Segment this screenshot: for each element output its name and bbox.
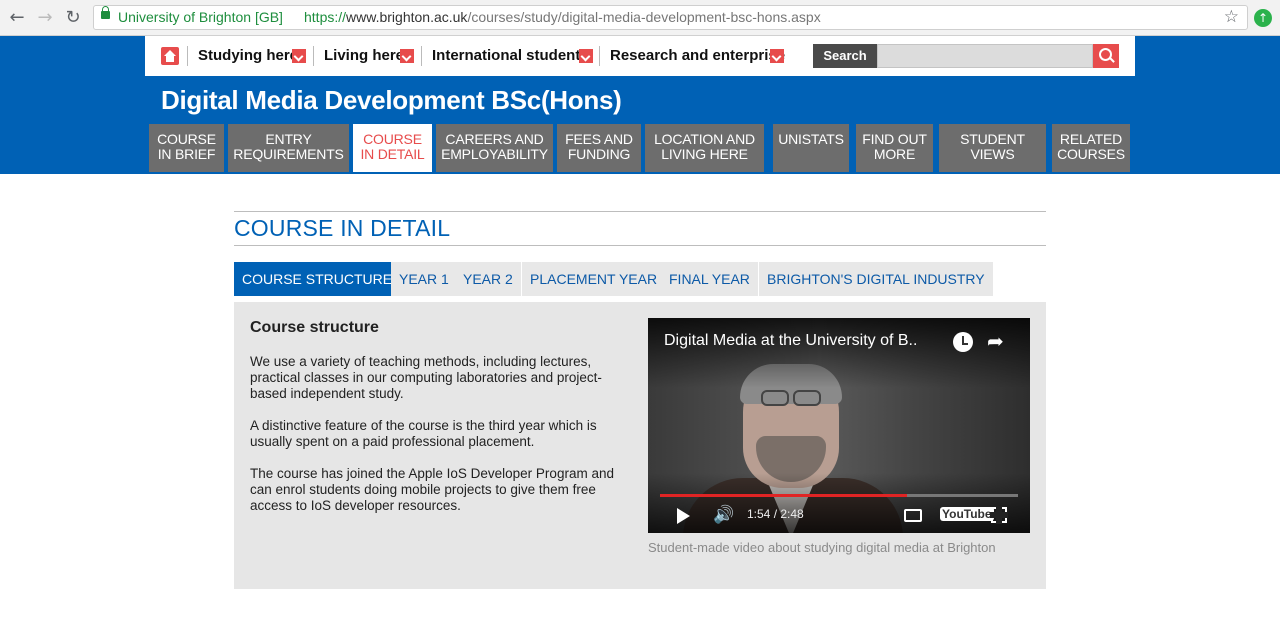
panel-heading: Course structure (250, 319, 379, 336)
tab-label-line1: ENTRY (265, 131, 312, 147)
section-title: COURSE IN DETAIL (234, 215, 451, 241)
video-person-glasses (761, 390, 789, 406)
video-progress-bar[interactable] (660, 494, 1018, 497)
address-bar[interactable]: University of Brighton [GB] https://www.… (93, 5, 1248, 30)
youtube-logo[interactable]: YouTube (940, 507, 994, 521)
forward-arrow-icon[interactable]: → (34, 7, 56, 29)
video-time: 1:54 / 2:48 (747, 507, 804, 521)
nav-studying-here[interactable]: Studying here (198, 46, 298, 68)
tab-label-line2: EMPLOYABILITY (441, 146, 548, 162)
paragraph: A distinctive feature of the course is t… (250, 418, 597, 449)
nav-divider (421, 46, 422, 66)
tab-label-line2: REQUIREMENTS (233, 146, 344, 162)
search-label: Search (813, 44, 877, 68)
chevron-down-icon[interactable] (292, 49, 306, 63)
tab-label-line1: UNISTATS (778, 131, 844, 147)
url-text: https://www.brighton.ac.uk/courses/study… (304, 6, 821, 29)
url-path: /courses/study/digital-media-development… (467, 9, 821, 25)
fullscreen-icon[interactable] (990, 506, 1008, 524)
section-rule-top (234, 211, 1046, 212)
nav-research-enterprise[interactable]: Research and enterprise (610, 46, 785, 68)
tab-careers-employability[interactable]: CAREERS AND EMPLOYABILITY (436, 124, 553, 172)
subtab-final-year[interactable]: FINAL YEAR (661, 262, 758, 296)
video-top-gradient (648, 318, 1030, 388)
captions-icon[interactable] (904, 509, 922, 522)
tab-label-line2: IN BRIEF (157, 146, 216, 162)
chevron-down-icon[interactable] (400, 49, 414, 63)
browser-toolbar: ← → ↻ University of Brighton [GB] https:… (0, 0, 1280, 36)
tab-label-line1: RELATED (1059, 131, 1123, 147)
tab-course-in-detail[interactable]: COURSE IN DETAIL (353, 124, 432, 172)
youtube-logo-text: YouTube (940, 507, 994, 521)
video-bottom-gradient (648, 473, 1030, 533)
lock-icon (101, 6, 110, 19)
tab-label-line1: FEES AND (565, 131, 633, 147)
nav-living-here[interactable]: Living here (324, 46, 404, 68)
tab-label-line2: FUNDING (567, 146, 631, 162)
search-icon[interactable] (1093, 44, 1119, 68)
section-rule-bottom (234, 245, 1046, 246)
bookmark-star-icon[interactable]: ☆ (1224, 6, 1239, 29)
volume-icon[interactable]: 🔊 (713, 505, 734, 525)
share-icon[interactable]: ➦ (987, 329, 1004, 353)
nav-divider (187, 46, 188, 66)
tab-label-line2: VIEWS (970, 146, 1015, 162)
tab-course-in-brief[interactable]: COURSE IN BRIEF (149, 124, 224, 172)
tab-label-line1: COURSE (363, 131, 422, 147)
tab-label-line1: COURSE (157, 131, 216, 147)
top-navigation: Studying here Living here International … (145, 36, 1135, 76)
subtab-course-structure[interactable]: COURSE STRUCTURE (234, 262, 401, 296)
chevron-down-icon[interactable] (579, 49, 593, 63)
subtab-year-2[interactable]: YEAR 2 (455, 262, 521, 296)
video-person-glasses (793, 390, 821, 406)
paragraph: We use a variety of teaching methods, in… (250, 354, 602, 401)
tab-label-line2: COURSES (1057, 146, 1125, 162)
video-caption: Student-made video about studying digita… (648, 540, 996, 555)
url-host: www.brighton.ac.uk (346, 9, 468, 25)
play-icon[interactable] (677, 508, 690, 524)
tab-label-line1: LOCATION AND (654, 131, 755, 147)
nav-international-students[interactable]: International students (432, 46, 589, 68)
tab-label-line2: MORE (873, 146, 916, 162)
extension-icon[interactable]: ↑ (1254, 9, 1272, 27)
tab-find-out-more[interactable]: FIND OUT MORE (856, 124, 933, 172)
paragraph: The course has joined the Apple IoS Deve… (250, 466, 614, 513)
site-header: Studying here Living here International … (0, 36, 1280, 174)
tab-entry-requirements[interactable]: ENTRY REQUIREMENTS (228, 124, 349, 172)
watch-later-icon[interactable] (953, 332, 973, 352)
tab-location-living[interactable]: LOCATION AND LIVING HERE (645, 124, 764, 172)
home-icon[interactable] (161, 47, 179, 65)
tab-label-line1: STUDENT (960, 131, 1025, 147)
back-arrow-icon[interactable]: ← (6, 7, 28, 29)
nav-divider (599, 46, 600, 66)
tab-label-line2: LIVING HERE (661, 146, 748, 162)
subtab-year-1[interactable]: YEAR 1 (391, 262, 457, 296)
nav-divider (313, 46, 314, 66)
tab-label-line1: CAREERS AND (445, 131, 544, 147)
tab-student-views[interactable]: STUDENT VIEWS (939, 124, 1046, 172)
page-title: Digital Media Development BSc(Hons) (161, 85, 622, 115)
tab-label-line2: IN DETAIL (360, 146, 425, 162)
subtab-brightons-digital-industry[interactable]: BRIGHTON'S DIGITAL INDUSTRY (759, 262, 993, 296)
tab-fees-funding[interactable]: FEES AND FUNDING (557, 124, 641, 172)
chevron-down-icon[interactable] (770, 49, 784, 63)
tab-label-line1: FIND OUT (862, 131, 927, 147)
reload-icon[interactable]: ↻ (62, 7, 84, 29)
search-input[interactable] (877, 44, 1093, 68)
video-player[interactable]: Digital Media at the University of B.. ➦… (648, 318, 1030, 533)
video-progress-fill (660, 494, 908, 497)
video-title[interactable]: Digital Media at the University of B.. (664, 332, 949, 350)
url-scheme: https:// (304, 9, 347, 25)
tab-unistats[interactable]: UNISTATS (773, 124, 849, 172)
subtab-placement-year[interactable]: PLACEMENT YEAR (522, 262, 666, 296)
tab-related-courses[interactable]: RELATED COURSES (1052, 124, 1130, 172)
site-identity: University of Brighton [GB] (118, 9, 283, 25)
